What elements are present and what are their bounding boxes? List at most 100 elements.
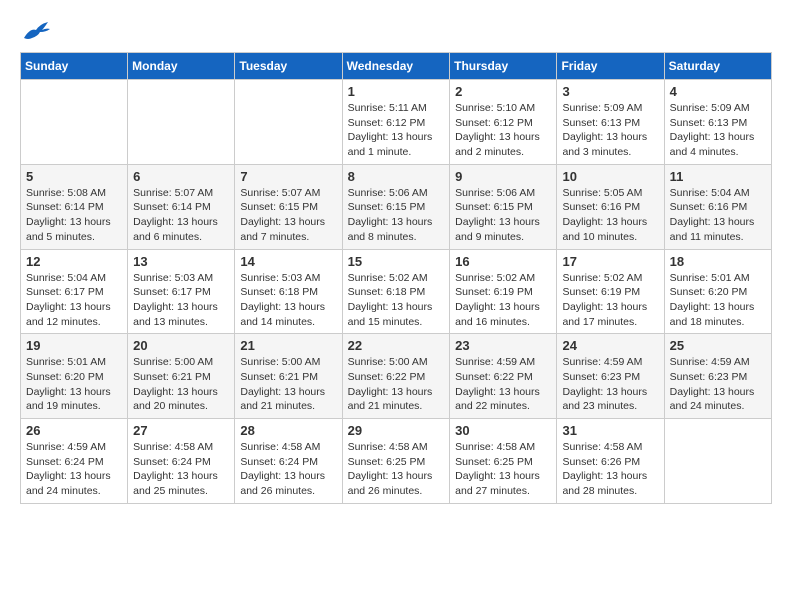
day-number: 14 xyxy=(240,254,336,269)
calendar-cell: 12 Sunrise: 5:04 AM Sunset: 6:17 PM Dayli… xyxy=(21,249,128,334)
calendar-cell: 26 Sunrise: 4:59 AM Sunset: 6:24 PM Dayli… xyxy=(21,419,128,504)
calendar-cell xyxy=(128,80,235,165)
calendar-cell: 27Sunrise: 4:58 AM Sunset: 6:24 PM Dayli… xyxy=(128,419,235,504)
day-info: Sunrise: 5:07 AM Sunset: 6:14 PM Dayligh… xyxy=(133,186,229,245)
day-number: 16 xyxy=(455,254,551,269)
calendar-week-row: 12 Sunrise: 5:04 AM Sunset: 6:17 PM Dayli… xyxy=(21,249,772,334)
calendar-cell: 18 Sunrise: 5:01 AM Sunset: 6:20 PM Dayli… xyxy=(664,249,771,334)
calendar-cell: 22 Sunrise: 5:00 AM Sunset: 6:22 PM Dayli… xyxy=(342,334,450,419)
day-info: Sunrise: 5:00 AM Sunset: 6:22 PM Dayligh… xyxy=(348,355,445,414)
day-number: 19 xyxy=(26,338,122,353)
day-info: Sunrise: 5:04 AM Sunset: 6:16 PM Dayligh… xyxy=(670,186,766,245)
day-info: Sunrise: 5:06 AM Sunset: 6:15 PM Dayligh… xyxy=(348,186,445,245)
day-number: 22 xyxy=(348,338,445,353)
calendar-cell: 9 Sunrise: 5:06 AM Sunset: 6:15 PM Daylig… xyxy=(450,164,557,249)
calendar-cell: 3 Sunrise: 5:09 AM Sunset: 6:13 PM Daylig… xyxy=(557,80,664,165)
calendar-cell: 30Sunrise: 4:58 AM Sunset: 6:25 PM Dayli… xyxy=(450,419,557,504)
day-info: Sunrise: 5:09 AM Sunset: 6:13 PM Dayligh… xyxy=(562,101,658,160)
day-info: Sunrise: 5:05 AM Sunset: 6:16 PM Dayligh… xyxy=(562,186,658,245)
calendar-cell: 16 Sunrise: 5:02 AM Sunset: 6:19 PM Dayli… xyxy=(450,249,557,334)
calendar-cell: 28 Sunrise: 4:58 AM Sunset: 6:24 PM Dayli… xyxy=(235,419,342,504)
day-number: 5 xyxy=(26,169,122,184)
page-header xyxy=(20,20,772,42)
day-info: Sunrise: 5:02 AM Sunset: 6:19 PM Dayligh… xyxy=(562,271,658,330)
day-number: 27 xyxy=(133,423,229,438)
calendar-cell: 31 Sunrise: 4:58 AM Sunset: 6:26 PM Dayli… xyxy=(557,419,664,504)
weekday-header: Thursday xyxy=(450,53,557,80)
day-number: 11 xyxy=(670,169,766,184)
day-info: Sunrise: 5:10 AM Sunset: 6:12 PM Dayligh… xyxy=(455,101,551,160)
calendar-week-row: 19 Sunrise: 5:01 AM Sunset: 6:20 PM Dayli… xyxy=(21,334,772,419)
day-info: Sunrise: 5:01 AM Sunset: 6:20 PM Dayligh… xyxy=(670,271,766,330)
calendar-cell xyxy=(664,419,771,504)
weekday-header: Sunday xyxy=(21,53,128,80)
day-number: 18 xyxy=(670,254,766,269)
day-info: Sunrise: 5:01 AM Sunset: 6:20 PM Dayligh… xyxy=(26,355,122,414)
day-info: Sunrise: 5:00 AM Sunset: 6:21 PM Dayligh… xyxy=(133,355,229,414)
calendar-cell: 13 Sunrise: 5:03 AM Sunset: 6:17 PM Dayli… xyxy=(128,249,235,334)
calendar-cell: 17 Sunrise: 5:02 AM Sunset: 6:19 PM Dayli… xyxy=(557,249,664,334)
day-number: 29 xyxy=(348,423,445,438)
day-info: Sunrise: 5:07 AM Sunset: 6:15 PM Dayligh… xyxy=(240,186,336,245)
day-number: 24 xyxy=(562,338,658,353)
day-number: 9 xyxy=(455,169,551,184)
calendar-cell: 6 Sunrise: 5:07 AM Sunset: 6:14 PM Daylig… xyxy=(128,164,235,249)
day-number: 21 xyxy=(240,338,336,353)
day-info: Sunrise: 5:03 AM Sunset: 6:18 PM Dayligh… xyxy=(240,271,336,330)
day-info: Sunrise: 5:03 AM Sunset: 6:17 PM Dayligh… xyxy=(133,271,229,330)
calendar-cell: 2Sunrise: 5:10 AM Sunset: 6:12 PM Daylig… xyxy=(450,80,557,165)
day-number: 15 xyxy=(348,254,445,269)
day-info: Sunrise: 5:06 AM Sunset: 6:15 PM Dayligh… xyxy=(455,186,551,245)
calendar-week-row: 5Sunrise: 5:08 AM Sunset: 6:14 PM Daylig… xyxy=(21,164,772,249)
calendar-cell: 1 Sunrise: 5:11 AM Sunset: 6:12 PM Daylig… xyxy=(342,80,450,165)
calendar-week-row: 26 Sunrise: 4:59 AM Sunset: 6:24 PM Dayli… xyxy=(21,419,772,504)
calendar-week-row: 1 Sunrise: 5:11 AM Sunset: 6:12 PM Daylig… xyxy=(21,80,772,165)
calendar-cell: 10Sunrise: 5:05 AM Sunset: 6:16 PM Dayli… xyxy=(557,164,664,249)
calendar-cell xyxy=(21,80,128,165)
calendar-cell: 15 Sunrise: 5:02 AM Sunset: 6:18 PM Dayli… xyxy=(342,249,450,334)
weekday-header: Saturday xyxy=(664,53,771,80)
weekday-header: Friday xyxy=(557,53,664,80)
day-number: 1 xyxy=(348,84,445,99)
calendar-cell: 20 Sunrise: 5:00 AM Sunset: 6:21 PM Dayli… xyxy=(128,334,235,419)
day-number: 8 xyxy=(348,169,445,184)
calendar-cell xyxy=(235,80,342,165)
calendar-cell: 25 Sunrise: 4:59 AM Sunset: 6:23 PM Dayli… xyxy=(664,334,771,419)
logo-bird-icon xyxy=(22,20,50,42)
day-info: Sunrise: 5:02 AM Sunset: 6:19 PM Dayligh… xyxy=(455,271,551,330)
day-number: 3 xyxy=(562,84,658,99)
weekday-header: Tuesday xyxy=(235,53,342,80)
weekday-header: Monday xyxy=(128,53,235,80)
calendar-header-row: SundayMondayTuesdayWednesdayThursdayFrid… xyxy=(21,53,772,80)
day-info: Sunrise: 4:59 AM Sunset: 6:24 PM Dayligh… xyxy=(26,440,122,499)
day-number: 23 xyxy=(455,338,551,353)
day-info: Sunrise: 4:59 AM Sunset: 6:23 PM Dayligh… xyxy=(562,355,658,414)
calendar-cell: 14 Sunrise: 5:03 AM Sunset: 6:18 PM Dayli… xyxy=(235,249,342,334)
calendar-cell: 21 Sunrise: 5:00 AM Sunset: 6:21 PM Dayli… xyxy=(235,334,342,419)
logo xyxy=(20,20,50,42)
calendar-cell: 29 Sunrise: 4:58 AM Sunset: 6:25 PM Dayli… xyxy=(342,419,450,504)
day-info: Sunrise: 4:59 AM Sunset: 6:22 PM Dayligh… xyxy=(455,355,551,414)
day-number: 25 xyxy=(670,338,766,353)
calendar-cell: 11 Sunrise: 5:04 AM Sunset: 6:16 PM Dayli… xyxy=(664,164,771,249)
calendar-cell: 5Sunrise: 5:08 AM Sunset: 6:14 PM Daylig… xyxy=(21,164,128,249)
day-info: Sunrise: 4:59 AM Sunset: 6:23 PM Dayligh… xyxy=(670,355,766,414)
day-number: 28 xyxy=(240,423,336,438)
day-number: 17 xyxy=(562,254,658,269)
day-info: Sunrise: 5:00 AM Sunset: 6:21 PM Dayligh… xyxy=(240,355,336,414)
day-info: Sunrise: 4:58 AM Sunset: 6:24 PM Dayligh… xyxy=(240,440,336,499)
day-number: 4 xyxy=(670,84,766,99)
day-info: Sunrise: 4:58 AM Sunset: 6:26 PM Dayligh… xyxy=(562,440,658,499)
day-info: Sunrise: 4:58 AM Sunset: 6:25 PM Dayligh… xyxy=(348,440,445,499)
day-info: Sunrise: 5:11 AM Sunset: 6:12 PM Dayligh… xyxy=(348,101,445,160)
day-number: 12 xyxy=(26,254,122,269)
day-number: 6 xyxy=(133,169,229,184)
day-number: 26 xyxy=(26,423,122,438)
day-info: Sunrise: 5:09 AM Sunset: 6:13 PM Dayligh… xyxy=(670,101,766,160)
day-number: 31 xyxy=(562,423,658,438)
day-info: Sunrise: 5:04 AM Sunset: 6:17 PM Dayligh… xyxy=(26,271,122,330)
day-info: Sunrise: 4:58 AM Sunset: 6:25 PM Dayligh… xyxy=(455,440,551,499)
day-number: 20 xyxy=(133,338,229,353)
day-number: 13 xyxy=(133,254,229,269)
day-info: Sunrise: 5:02 AM Sunset: 6:18 PM Dayligh… xyxy=(348,271,445,330)
